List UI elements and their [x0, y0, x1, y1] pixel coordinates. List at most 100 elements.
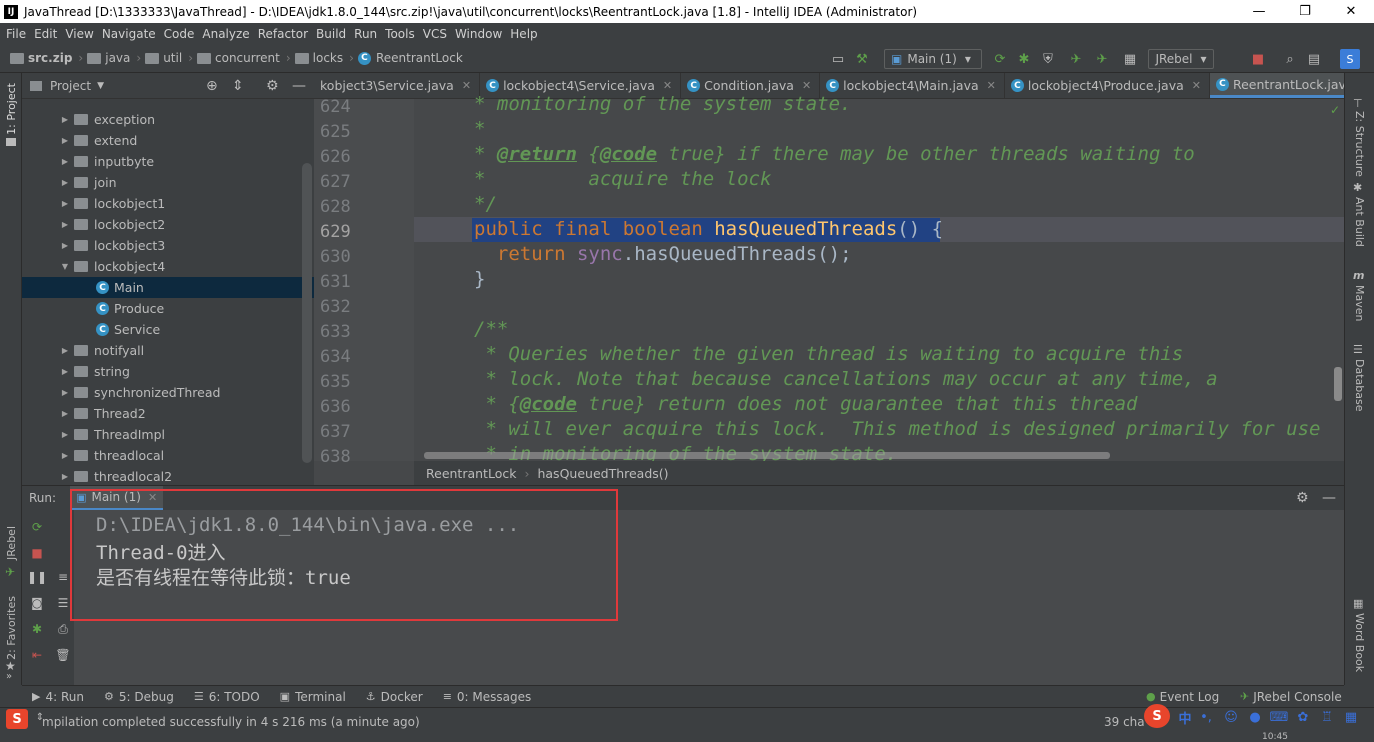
collapse-arrow-icon[interactable]: ▶	[60, 157, 70, 167]
inspection-ok-icon[interactable]: ✓	[1330, 103, 1340, 117]
project-tree-item[interactable]: ▶ join	[22, 172, 314, 193]
project-tree-item[interactable]: ▶ threadlocal2	[22, 466, 314, 485]
menu-vcs[interactable]: VCS	[419, 27, 451, 41]
editor-tab[interactable]: CReentrantLock.java✕	[1209, 73, 1344, 98]
breadcrumb-class[interactable]: ReentrantLock	[426, 466, 516, 481]
project-tree-item[interactable]: ▶ threadlocal	[22, 445, 314, 466]
project-tree-item[interactable]: ▶ string	[22, 361, 314, 382]
collapse-arrow-icon[interactable]: ▶	[60, 346, 70, 356]
collapse-all-icon[interactable]: ⇕	[232, 78, 244, 94]
project-scrollbar[interactable]	[302, 163, 312, 463]
structure-tool-tab[interactable]: Z: Structure	[1353, 111, 1366, 177]
menu-window[interactable]: Window	[451, 27, 506, 41]
run-config-select[interactable]: ▣ Main (1) ▾	[884, 49, 982, 69]
project-tree-item[interactable]: ▶ extend	[22, 130, 314, 151]
project-panel-title[interactable]: Project	[50, 79, 91, 93]
project-tree-item[interactable]: ▶ lockobject2	[22, 214, 314, 235]
menu-navigate[interactable]: Navigate	[98, 27, 160, 41]
menu-view[interactable]: View	[61, 27, 97, 41]
vertical-scrollbar[interactable]	[1334, 367, 1342, 401]
project-tree-item[interactable]: ▶ lockobject1	[22, 193, 314, 214]
project-tree-item[interactable]: C Service	[22, 319, 314, 340]
chevron-down-icon[interactable]: ▼	[97, 81, 104, 91]
menu-file[interactable]: File	[2, 27, 30, 41]
jrebel-debug-icon[interactable]: ✈	[1094, 49, 1110, 69]
stop-icon[interactable]: ■	[1250, 49, 1266, 69]
bottom-tool-tab[interactable]: ⚓ Docker	[366, 690, 423, 704]
menu-build[interactable]: Build	[312, 27, 350, 41]
status-message[interactable]: mpilation completed successfully in 4 s …	[42, 715, 420, 729]
maximize-button[interactable]: ❐	[1282, 0, 1328, 23]
maven-tool-tab[interactable]: Maven	[1353, 285, 1366, 321]
close-button[interactable]: ✕	[1328, 0, 1374, 23]
sogou-icon[interactable]: S	[1340, 49, 1360, 69]
ime-language[interactable]: 中	[1176, 707, 1194, 727]
shirt-icon[interactable]: ♖	[1318, 707, 1336, 727]
project-tree-item[interactable]: ▶ ThreadImpl	[22, 424, 314, 445]
bottom-tool-tab[interactable]: ☰ 6: TODO	[194, 690, 260, 704]
event-log-button[interactable]: ● Event Log	[1146, 690, 1219, 704]
project-tree-item[interactable]: ▶ exception	[22, 109, 314, 130]
breadcrumb-java[interactable]: java ›	[87, 51, 141, 65]
project-structure-icon[interactable]: ▤	[1306, 49, 1322, 69]
close-icon[interactable]: ✕	[663, 79, 672, 92]
editor-tab[interactable]: kobject3\Service.java ✕	[314, 73, 481, 98]
debug-icon[interactable]: ✱	[28, 620, 46, 638]
project-tree-item[interactable]: ▶ synchronizedThread	[22, 382, 314, 403]
debug-bug-icon[interactable]: ✱	[1016, 49, 1032, 69]
collapse-arrow-icon[interactable]: ▶	[60, 367, 70, 377]
project-tree-item[interactable]: ▼ lockobject4	[22, 256, 314, 277]
horizontal-scrollbar[interactable]	[424, 452, 1110, 459]
jrebel-console-button[interactable]: ✈ JRebel Console	[1240, 690, 1342, 704]
menu-code[interactable]: Code	[160, 27, 199, 41]
collapse-arrow-icon[interactable]: ▶	[60, 199, 70, 209]
bottom-tool-tab[interactable]: ▶ 4: Run	[32, 690, 84, 704]
skin-icon[interactable]: ✿	[1294, 707, 1312, 727]
build-hammer-icon[interactable]: ⚒	[854, 49, 870, 69]
breadcrumb-concurrent[interactable]: concurrent ›	[197, 51, 291, 65]
punctuation-icon[interactable]: •,	[1198, 707, 1214, 727]
breadcrumb-method[interactable]: hasQueuedThreads()	[537, 466, 668, 481]
exit-icon[interactable]: ⇤	[28, 646, 46, 664]
collapse-arrow-icon[interactable]: ▶	[60, 451, 70, 461]
keyboard-icon[interactable]: ⌨	[1270, 707, 1289, 727]
gear-icon[interactable]: ⚙	[266, 78, 279, 94]
collapse-arrow-icon[interactable]: ▶	[60, 430, 70, 440]
bottom-tool-tab[interactable]: ≡ 0: Messages	[443, 690, 532, 704]
menu-refactor[interactable]: Refactor	[254, 27, 312, 41]
collapse-arrow-icon[interactable]: ▶	[60, 178, 70, 188]
sogou-ime-icon[interactable]: S	[1144, 704, 1170, 728]
stop-icon[interactable]: ■	[28, 544, 46, 562]
sogou-ime-logo[interactable]: S	[6, 709, 28, 729]
gear-icon[interactable]: ⚙	[1296, 490, 1309, 506]
rerun-icon[interactable]: ⟳	[28, 518, 46, 536]
jrebel-settings-icon[interactable]: ▦	[1122, 49, 1138, 69]
mic-icon[interactable]: ●	[1246, 707, 1264, 727]
minimize-button[interactable]: —	[1236, 0, 1282, 23]
ime-arrow-icon[interactable]: ⇕	[34, 707, 46, 727]
project-tree-item[interactable]: ▶ notifyall	[22, 340, 314, 361]
rerun-icon[interactable]: ⟳	[992, 49, 1008, 69]
collapse-arrow-icon[interactable]: ▶	[60, 388, 70, 398]
menu-run[interactable]: Run	[350, 27, 381, 41]
emoji-icon[interactable]: ☺	[1222, 707, 1240, 727]
breadcrumb-util[interactable]: util ›	[145, 51, 193, 65]
jrebel-select[interactable]: JRebel ▾	[1148, 49, 1214, 69]
project-tree-item[interactable]: ▶ inputbyte	[22, 151, 314, 172]
editor-tab[interactable]: Clockobject4\Produce.java ✕	[1005, 73, 1210, 98]
bottom-tool-tab[interactable]: ⚙ 5: Debug	[104, 690, 174, 704]
close-icon[interactable]: ✕	[987, 79, 996, 92]
bottom-tool-tab[interactable]: ▣ Terminal	[280, 690, 346, 704]
jrebel-tool-tab[interactable]: JRebel	[5, 526, 18, 560]
search-icon[interactable]: ⌕	[1282, 49, 1298, 69]
close-icon[interactable]: ✕	[462, 79, 471, 92]
breadcrumb-src-zip[interactable]: src.zip ›	[10, 51, 83, 65]
coverage-icon[interactable]: ⛨	[1040, 49, 1056, 69]
expand-icon[interactable]: »	[6, 671, 12, 682]
project-tree-item[interactable]: C Produce	[22, 298, 314, 319]
breadcrumb-reentrantlock[interactable]: C ReentrantLock	[357, 51, 463, 65]
layout-icon[interactable]: ▭	[830, 49, 846, 69]
breadcrumb-locks[interactable]: locks ›	[294, 51, 354, 65]
menu-tools[interactable]: Tools	[381, 27, 419, 41]
hide-panel-icon[interactable]: —	[1322, 490, 1336, 506]
